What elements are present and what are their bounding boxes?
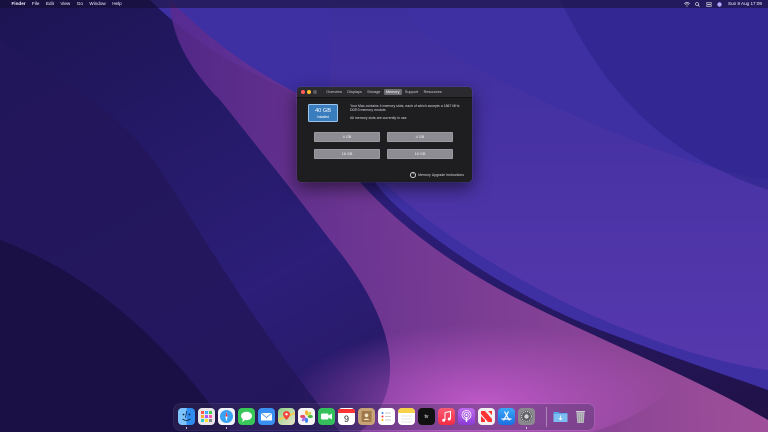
menu-go[interactable]: Go [77, 0, 83, 8]
menu-help[interactable]: Help [112, 0, 121, 8]
trash-icon[interactable] [572, 408, 589, 425]
memory-upgrade-link[interactable]: ? Memory Upgrade Instructions [410, 172, 464, 178]
appstore-icon[interactable] [498, 408, 515, 425]
window-titlebar[interactable]: Overview Displays Storage Memory Support… [297, 87, 472, 98]
calendar-icon[interactable]: 9 [338, 408, 355, 425]
messages-icon[interactable] [238, 408, 255, 425]
finder-running-indicator [185, 427, 188, 429]
tab-bar: Overview Displays Storage Memory Support… [324, 88, 444, 96]
tab-resources[interactable]: Resources [421, 89, 444, 96]
desktop-wallpaper [0, 0, 768, 432]
podcasts-icon[interactable] [458, 408, 475, 425]
notes-icon[interactable] [398, 408, 415, 425]
wifi-icon[interactable] [684, 1, 690, 7]
minimize-window-button[interactable] [307, 90, 311, 94]
menu-view[interactable]: View [60, 0, 70, 8]
siri-icon[interactable] [717, 1, 722, 7]
mail-icon[interactable] [258, 408, 275, 425]
finder-icon[interactable] [178, 408, 195, 425]
launchpad-icon[interactable] [198, 408, 215, 425]
music-icon[interactable] [438, 408, 455, 425]
safari-running-indicator [225, 427, 228, 429]
downloads-folder-icon[interactable] [552, 408, 569, 425]
memory-amount: 40 GB [315, 107, 331, 114]
tab-storage[interactable]: Storage [365, 89, 383, 96]
memory-slot-1: 4 GB [314, 132, 380, 142]
maps-icon[interactable] [278, 408, 295, 425]
calendar-day-number: 9 [343, 413, 349, 424]
memory-slots-status: All memory slots are currently in use. [350, 116, 408, 120]
control-center-icon[interactable] [706, 1, 712, 7]
news-icon[interactable] [478, 408, 495, 425]
facetime-icon[interactable] [318, 408, 335, 425]
dock: 9 tv [174, 404, 594, 430]
dock-divider [546, 407, 547, 427]
tab-support[interactable]: Support [403, 89, 421, 96]
menu-window[interactable]: Window [89, 0, 105, 8]
spotlight-search-icon[interactable] [695, 1, 700, 7]
tv-icon[interactable]: tv [418, 408, 435, 425]
photos-icon[interactable] [298, 408, 315, 425]
memory-slot-2: 4 GB [387, 132, 453, 142]
tab-memory[interactable]: Memory [383, 88, 402, 96]
about-this-mac-window: Overview Displays Storage Memory Support… [297, 87, 472, 182]
menubar-clock[interactable]: Sun 8 Aug 17:09 [728, 0, 762, 8]
memory-installed-badge: 40 GB Installed [308, 104, 338, 122]
tv-label: tv [424, 413, 429, 420]
help-icon: ? [410, 172, 417, 178]
zoom-window-button [313, 90, 317, 94]
tab-displays[interactable]: Displays [345, 89, 364, 96]
contacts-icon[interactable] [358, 408, 375, 425]
memory-installed-label: Installed [317, 114, 329, 119]
close-window-button[interactable] [301, 90, 305, 94]
safari-icon[interactable] [218, 408, 235, 425]
memory-slot-4: 16 GB [387, 149, 453, 159]
menu-file[interactable]: File [32, 0, 39, 8]
memory-slots-description: Your Mac contains 4 memory slots, each o… [350, 104, 460, 113]
menu-edit[interactable]: Edit [46, 0, 54, 8]
reminders-icon[interactable] [378, 408, 395, 425]
memory-upgrade-label: Memory Upgrade Instructions [418, 172, 464, 177]
system-preferences-running-indicator [525, 427, 528, 429]
system-preferences-icon[interactable] [518, 408, 535, 425]
menu-bar: Finder File Edit View Go Window Help Sun… [0, 0, 768, 8]
menu-app-name[interactable]: Finder [12, 0, 26, 8]
tab-overview[interactable]: Overview [324, 89, 344, 96]
memory-slot-3: 16 GB [314, 149, 380, 159]
